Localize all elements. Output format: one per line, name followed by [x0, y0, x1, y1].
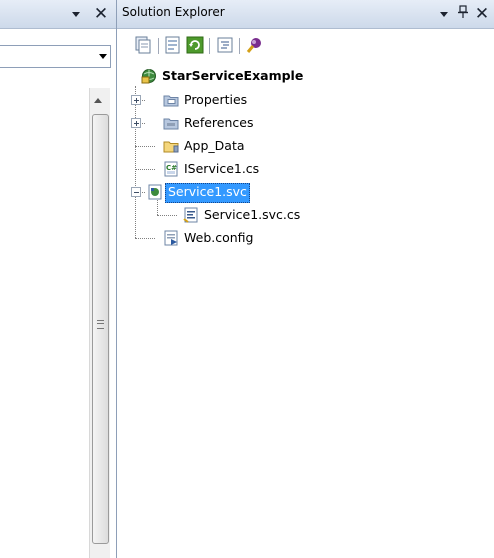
left-pane-dropdown-icon[interactable]	[70, 9, 84, 21]
config-file-icon	[163, 230, 179, 246]
tree-item-service1-svc[interactable]: Service1.svc	[165, 183, 250, 203]
panel-title: Solution Explorer	[122, 5, 225, 19]
properties-button[interactable]	[163, 35, 183, 55]
show-all-files-button[interactable]	[134, 35, 154, 55]
toolbar-separator	[239, 38, 240, 54]
view-code-button[interactable]	[215, 35, 235, 55]
auto-hide-pin-icon[interactable]	[456, 5, 470, 23]
refresh-icon	[186, 36, 204, 54]
toolbar-separator	[158, 38, 159, 54]
properties-folder-icon	[163, 92, 179, 108]
tree-connector	[157, 215, 177, 216]
references-folder-icon	[163, 115, 179, 131]
csharp-file-icon: C#	[163, 161, 179, 177]
solution-tree: StarServiceExample Properties References	[117, 62, 494, 558]
svg-text:C#: C#	[166, 164, 177, 172]
svc-file-icon	[147, 184, 163, 200]
tree-connector	[157, 200, 158, 215]
view-code-icon	[217, 37, 233, 53]
csharp-code-file-icon	[183, 207, 199, 223]
left-pane-close-icon[interactable]: ✕	[92, 3, 110, 25]
tree-item-iservice1-cs[interactable]: IService1.cs	[182, 160, 261, 178]
tree-item-app-data[interactable]: App_Data	[182, 137, 247, 155]
properties-icon	[165, 36, 180, 54]
tree-connector	[135, 146, 155, 147]
toolbar-separator	[209, 38, 210, 54]
tree-connector	[135, 238, 155, 239]
left-tool-pane: ✕	[0, 0, 116, 558]
solution-explorer-panel: Solution Explorer ✕ StarServiceExample P…	[116, 0, 494, 558]
solution-explorer-toolbar	[117, 29, 494, 61]
refresh-button[interactable]	[185, 35, 205, 55]
web-project-icon	[141, 68, 157, 84]
collapse-service1-svc-icon[interactable]	[131, 187, 141, 197]
scrollbar-grip-icon	[97, 320, 104, 329]
tree-item-service1-svc-cs[interactable]: Service1.svc.cs	[202, 206, 302, 224]
combobox-chevron-down-icon[interactable]	[99, 54, 107, 59]
left-pane-combobox[interactable]	[0, 45, 111, 68]
left-pane-vertical-scrollbar[interactable]	[89, 88, 110, 558]
solution-explorer-title-bar: Solution Explorer ✕	[117, 0, 494, 29]
tree-item-web-config[interactable]: Web.config	[182, 229, 255, 247]
left-pane-header: ✕	[0, 0, 116, 29]
class-diagram-icon	[246, 38, 261, 53]
close-icon[interactable]: ✕	[473, 3, 491, 25]
expand-properties-icon[interactable]	[131, 95, 141, 105]
show-all-files-icon	[135, 36, 151, 54]
tree-connector	[135, 169, 155, 170]
tree-item-properties[interactable]: Properties	[182, 91, 249, 109]
project-node[interactable]: StarServiceExample	[160, 67, 305, 85]
tree-connector	[135, 86, 136, 238]
expand-references-icon[interactable]	[131, 118, 141, 128]
pin-icon	[458, 5, 468, 18]
scroll-up-arrow-icon[interactable]	[94, 98, 102, 103]
window-position-dropdown-icon[interactable]	[438, 9, 452, 21]
folder-icon	[163, 138, 179, 154]
scrollbar-thumb[interactable]	[92, 114, 109, 544]
view-class-diagram-button[interactable]	[244, 35, 264, 55]
tree-item-references[interactable]: References	[182, 114, 255, 132]
